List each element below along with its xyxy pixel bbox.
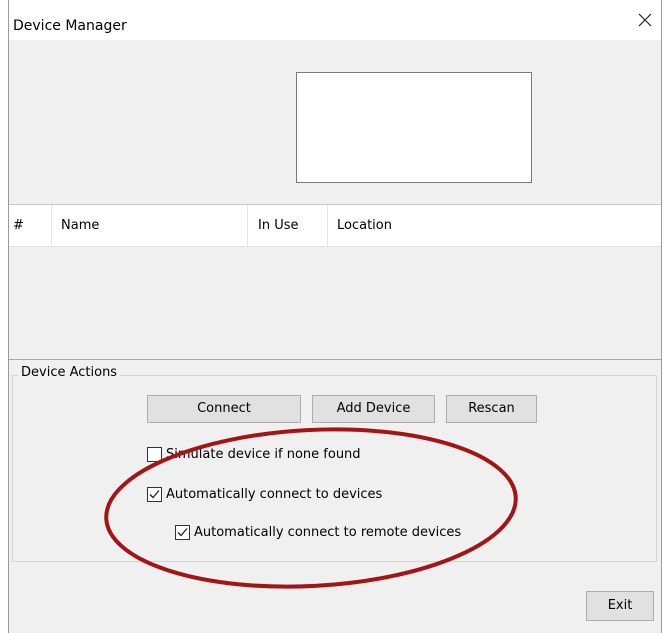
simulate-device-option[interactable]: Simulate device if none found: [147, 444, 361, 464]
auto-connect-remote-label: Automatically connect to remote devices: [194, 524, 462, 540]
auto-connect-remote-option[interactable]: Automatically connect to remote devices: [175, 522, 461, 542]
rescan-button[interactable]: Rescan: [446, 395, 537, 423]
device-list-table[interactable]: # Name In Use Location: [9, 204, 661, 360]
auto-connect-option[interactable]: Automatically connect to devices: [147, 484, 382, 504]
simulate-device-checkbox[interactable]: [147, 446, 162, 462]
simulate-device-label: Simulate device if none found: [166, 446, 361, 462]
exit-button[interactable]: Exit: [586, 591, 654, 621]
auto-connect-label: Automatically connect to devices: [166, 486, 383, 502]
group-label: Device Actions: [18, 365, 121, 380]
device-preview-box: [296, 72, 532, 183]
checkmark-icon: [149, 489, 160, 498]
table-header: # Name In Use Location: [9, 205, 661, 247]
auto-connect-checkbox[interactable]: [147, 486, 162, 502]
window-title: Device Manager: [13, 18, 127, 34]
connect-button[interactable]: Connect: [147, 395, 301, 423]
title-bar: Device Manager: [9, 0, 661, 40]
column-header-location[interactable]: Location: [327, 205, 661, 247]
auto-connect-remote-checkbox[interactable]: [175, 524, 190, 540]
close-icon[interactable]: [635, 10, 655, 30]
add-device-button[interactable]: Add Device: [312, 395, 435, 423]
column-header-name[interactable]: Name: [51, 205, 247, 247]
column-header-number[interactable]: #: [9, 205, 51, 247]
checkmark-icon: [177, 527, 188, 536]
device-manager-window: Device Manager # Name In Use Location De…: [8, 0, 662, 633]
column-header-in-use[interactable]: In Use: [247, 205, 327, 247]
